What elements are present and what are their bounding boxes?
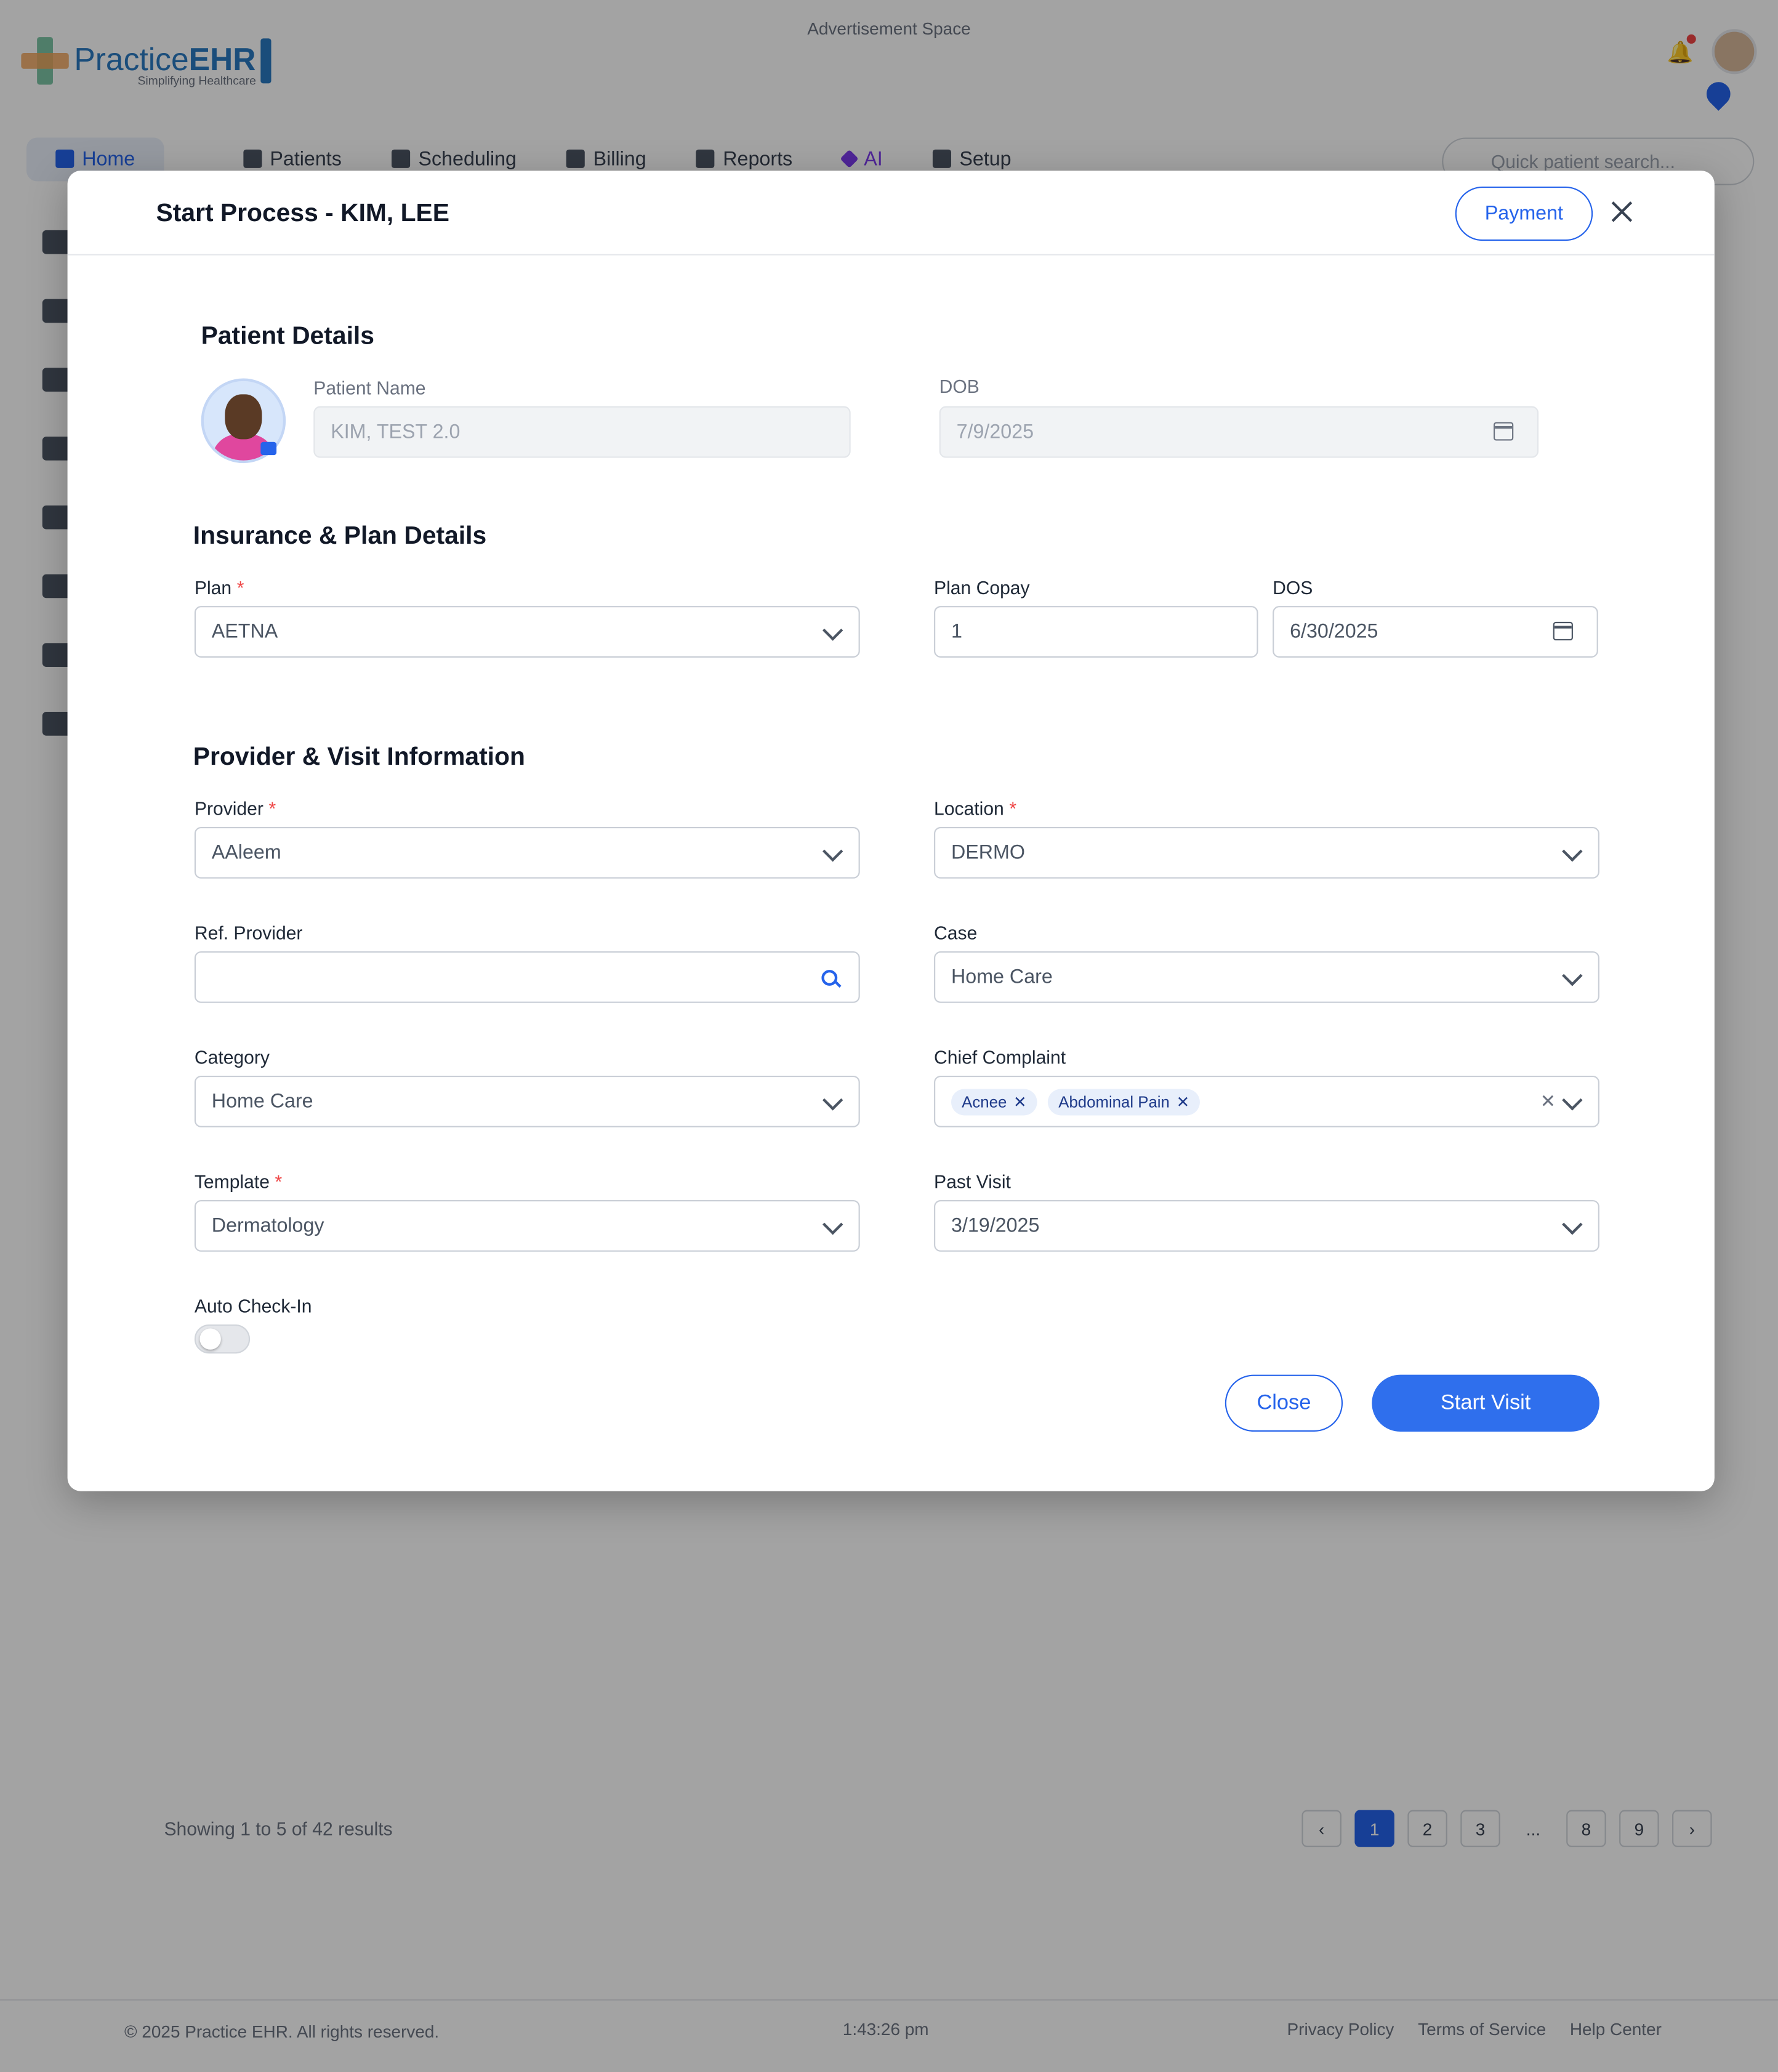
category-select[interactable]: Home Care [194, 1075, 860, 1127]
dob-label: DOB [939, 376, 980, 397]
dos-date-input[interactable]: 6/30/2025 [1273, 606, 1598, 658]
start-visit-button[interactable]: Start Visit [1372, 1374, 1599, 1432]
clear-all-icon[interactable]: ✕ [1540, 1090, 1556, 1113]
case-select[interactable]: Home Care [934, 951, 1599, 1003]
search-icon[interactable] [821, 970, 838, 986]
dob-value: 7/9/2025 [956, 421, 1034, 443]
category-label: Category [194, 1046, 270, 1068]
past-visit-label: Past Visit [934, 1171, 1011, 1193]
chevron-down-icon [822, 620, 843, 641]
chevron-down-icon [822, 1214, 843, 1235]
auto-checkin-toggle[interactable] [194, 1324, 251, 1354]
chief-complaint-label: Chief Complaint [934, 1046, 1066, 1068]
patient-name-field: KIM, TEST 2.0 [313, 406, 851, 458]
patient-details-heading: Patient Details [201, 323, 374, 351]
chevron-down-icon [822, 841, 843, 862]
start-process-modal: Start Process - KIM, LEE Payment Patient… [67, 171, 1715, 1491]
category-value: Home Care [211, 1090, 313, 1113]
camera-icon[interactable] [260, 441, 277, 456]
plan-select[interactable]: AETNA [194, 606, 860, 658]
dos-label: DOS [1273, 576, 1313, 599]
chevron-down-icon [1562, 1214, 1583, 1235]
insurance-heading: Insurance & Plan Details [193, 522, 487, 550]
plan-copay-input[interactable]: 1 [934, 606, 1258, 658]
complaint-chip[interactable]: Acnee ✕ [951, 1088, 1037, 1115]
provider-value: AAleem [211, 841, 281, 865]
provider-visit-heading: Provider & Visit Information [193, 743, 525, 772]
toggle-knob [199, 1328, 221, 1350]
complaint-chip[interactable]: Abdominal Pain ✕ [1048, 1088, 1201, 1115]
location-label: Location * [934, 797, 1017, 820]
chevron-down-icon [822, 1090, 843, 1111]
template-select[interactable]: Dermatology [194, 1199, 860, 1252]
chevron-down-icon [1562, 841, 1583, 862]
plan-copay-label: Plan Copay [934, 576, 1030, 599]
dob-field: 7/9/2025 [939, 406, 1539, 458]
chief-complaint-multiselect[interactable]: Acnee ✕ Abdominal Pain ✕ ✕ [934, 1075, 1599, 1127]
past-visit-value: 3/19/2025 [951, 1214, 1040, 1238]
close-icon[interactable] [1607, 197, 1636, 226]
provider-select[interactable]: AAleem [194, 826, 860, 879]
provider-label: Provider * [194, 797, 276, 820]
chevron-down-icon [1562, 965, 1583, 986]
ref-provider-input[interactable] [194, 951, 860, 1003]
chevron-down-icon [1562, 1090, 1583, 1111]
case-label: Case [934, 922, 978, 944]
template-label: Template * [194, 1171, 283, 1193]
calendar-icon [1493, 422, 1514, 441]
patient-name-label: Patient Name [313, 377, 426, 398]
auto-checkin-label: Auto Check-In [194, 1295, 312, 1317]
modal-header: Start Process - KIM, LEE Payment [67, 171, 1715, 256]
past-visit-select[interactable]: 3/19/2025 [934, 1199, 1599, 1252]
remove-chip-icon[interactable]: ✕ [1177, 1092, 1190, 1111]
dos-value: 6/30/2025 [1290, 620, 1378, 643]
location-select[interactable]: DERMO [934, 826, 1599, 879]
plan-value: AETNA [211, 620, 278, 643]
case-value: Home Care [951, 965, 1053, 989]
modal-title: Start Process - KIM, LEE [156, 200, 450, 228]
ref-provider-label: Ref. Provider [194, 922, 303, 944]
calendar-icon[interactable] [1553, 621, 1573, 641]
close-button[interactable]: Close [1225, 1374, 1343, 1432]
plan-label: Plan * [194, 576, 244, 599]
remove-chip-icon[interactable]: ✕ [1013, 1092, 1027, 1111]
payment-button[interactable]: Payment [1455, 186, 1593, 241]
location-value: DERMO [951, 841, 1025, 865]
template-value: Dermatology [211, 1214, 324, 1238]
